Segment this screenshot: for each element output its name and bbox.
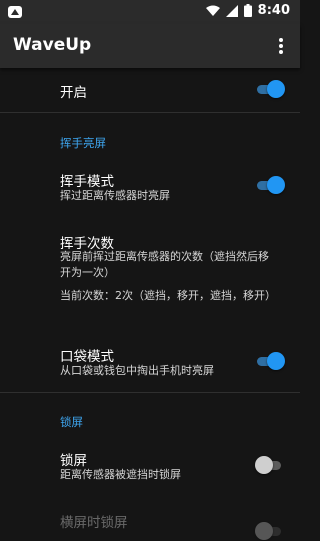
divider xyxy=(0,112,300,113)
lock-screen-row[interactable]: 锁屏 距离传感器被遮挡时锁屏 xyxy=(0,445,300,485)
wave-mode-row[interactable]: 挥手模式 挥过距离传感器时亮屏 xyxy=(0,165,300,205)
switch-thumb xyxy=(255,456,273,474)
landscape-lock-label: 横屏时锁屏 xyxy=(60,515,128,531)
signal-icon xyxy=(225,4,238,17)
wave-count-current: 当前次数：2次（遮挡，移开，遮挡，移开） xyxy=(60,289,276,302)
section-header-lock: 锁屏 xyxy=(60,415,83,429)
app-title: WaveUp xyxy=(13,35,92,55)
app-bar: WaveUp xyxy=(0,24,300,68)
switch-thumb xyxy=(267,352,285,370)
pocket-mode-row[interactable]: 口袋模式 从口袋或钱包中掏出手机时亮屏 xyxy=(0,341,300,381)
lock-screen-label: 锁屏 xyxy=(60,453,87,469)
battery-icon xyxy=(243,4,252,17)
enable-switch[interactable] xyxy=(255,79,285,99)
clock: 8:40 xyxy=(257,3,290,18)
overflow-menu-icon[interactable] xyxy=(272,36,290,56)
wave-count-summary: 亮屏前挥过距离传感器的次数（遮挡然后移开为一次） xyxy=(60,250,269,279)
pocket-mode-summary: 从口袋或钱包中掏出手机时亮屏 xyxy=(60,364,214,377)
wave-mode-switch[interactable] xyxy=(255,175,285,195)
section-header-wave: 挥手亮屏 xyxy=(60,136,106,150)
switch-thumb xyxy=(267,176,285,194)
wifi-icon xyxy=(205,5,220,16)
lock-screen-switch[interactable] xyxy=(255,455,283,475)
pocket-mode-switch[interactable] xyxy=(255,351,285,371)
enable-row[interactable]: 开启 xyxy=(0,72,300,110)
pocket-mode-label: 口袋模式 xyxy=(60,349,114,365)
switch-thumb xyxy=(255,522,273,540)
landscape-lock-switch[interactable] xyxy=(255,521,283,541)
wave-mode-label: 挥手模式 xyxy=(60,174,114,190)
notification-app-icon xyxy=(8,6,22,18)
wave-count-row[interactable]: 挥手次数 亮屏前挥过距离传感器的次数（遮挡然后移开为一次） 当前次数：2次（遮挡… xyxy=(0,228,300,323)
divider xyxy=(0,392,300,393)
lock-screen-summary: 距离传感器被遮挡时锁屏 xyxy=(60,468,181,481)
switch-thumb xyxy=(267,80,285,98)
landscape-lock-row[interactable]: 横屏时锁屏 xyxy=(0,507,300,540)
enable-label: 开启 xyxy=(60,85,87,101)
wave-mode-summary: 挥过距离传感器时亮屏 xyxy=(60,189,170,202)
status-bar: 8:40 xyxy=(0,0,300,24)
